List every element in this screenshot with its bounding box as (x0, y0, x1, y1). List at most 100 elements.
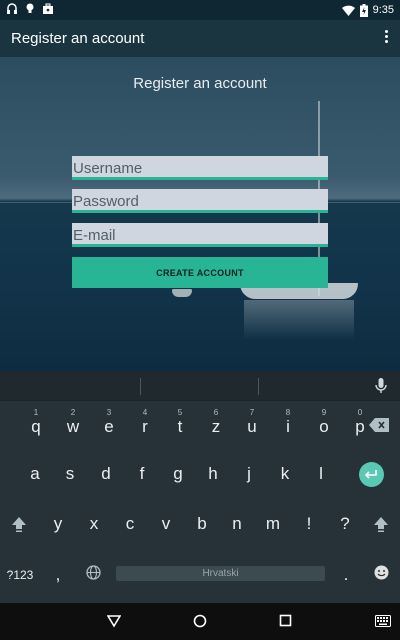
wifi-icon (341, 5, 355, 16)
key-label: w (66, 417, 80, 436)
key-hint: 4 (142, 408, 148, 417)
key-h[interactable]: h (195, 452, 231, 496)
username-field[interactable] (72, 156, 328, 180)
key-label: a (30, 464, 40, 483)
key-j[interactable]: j (231, 452, 267, 496)
key-e[interactable]: 3e (91, 403, 127, 447)
key-exclamation[interactable]: ! (291, 502, 327, 546)
period-key[interactable]: . (328, 551, 364, 595)
background-dinghy (172, 289, 192, 297)
key-d[interactable]: d (88, 452, 124, 496)
key-label: c (125, 514, 135, 533)
key-label: o (319, 417, 329, 436)
password-input[interactable] (73, 192, 328, 210)
form-title: Register an account (133, 75, 267, 92)
key-label: u (247, 417, 257, 436)
spacebar[interactable]: Hrvatski (116, 566, 325, 581)
briefcase-icon (42, 3, 54, 15)
microphone-icon[interactable] (375, 378, 387, 399)
symbols-key[interactable]: ?123 (2, 551, 38, 595)
key-label: n (232, 514, 242, 533)
key-f[interactable]: f (124, 452, 160, 496)
key-hint: 9 (321, 408, 327, 417)
key-b[interactable]: b (184, 502, 220, 546)
recents-icon[interactable] (279, 614, 292, 632)
key-label: ? (340, 514, 350, 533)
key-label: g (173, 464, 183, 483)
suggestion-strip (0, 371, 400, 401)
back-icon[interactable] (106, 614, 122, 633)
headset-icon (6, 3, 18, 15)
key-hint: 6 (213, 408, 219, 417)
suggestion-divider (258, 378, 259, 395)
key-y[interactable]: y (40, 502, 76, 546)
shift-right-icon[interactable] (373, 516, 389, 537)
password-field[interactable] (72, 189, 328, 213)
key-label: l (319, 464, 323, 483)
backspace-icon[interactable] (369, 418, 389, 437)
key-label: r (142, 417, 148, 436)
key-a[interactable]: a (17, 452, 53, 496)
key-label: t (177, 417, 183, 436)
globe-icon[interactable] (86, 565, 101, 585)
overflow-menu-icon[interactable] (382, 30, 390, 46)
key-hint: 8 (285, 408, 291, 417)
keyboard-switch-icon[interactable] (375, 614, 391, 632)
key-x[interactable]: x (76, 502, 112, 546)
key-z[interactable]: 6z (198, 403, 234, 447)
key-hint: 0 (357, 408, 363, 417)
key-label: j (247, 464, 251, 483)
key-hint: 7 (249, 408, 255, 417)
key-label: i (286, 417, 290, 436)
suggestion-divider (140, 378, 141, 395)
app-bar: Register an account (0, 20, 400, 57)
status-bar: 9:35 (0, 0, 400, 20)
key-q[interactable]: 1q (18, 403, 54, 447)
app-bar-title: Register an account (11, 30, 145, 47)
key-u[interactable]: 7u (234, 403, 270, 447)
key-label: e (104, 417, 114, 436)
key-label: z (211, 417, 221, 436)
key-k[interactable]: k (267, 452, 303, 496)
key-w[interactable]: 2w (55, 403, 91, 447)
key-label: x (89, 514, 99, 533)
key-i[interactable]: 8i (270, 403, 306, 447)
enter-key[interactable] (359, 462, 384, 487)
background-reflection (244, 300, 354, 340)
username-input[interactable] (73, 159, 328, 177)
key-v[interactable]: v (148, 502, 184, 546)
comma-key[interactable]: , (40, 551, 76, 595)
key-n[interactable]: n (219, 502, 255, 546)
key-label: y (53, 514, 63, 533)
key-label: f (139, 464, 145, 483)
clock: 9:35 (372, 4, 394, 16)
emoji-icon[interactable] (374, 565, 389, 585)
shift-left-icon[interactable] (11, 516, 27, 537)
battery-charging-icon (359, 3, 368, 17)
key-label: s (65, 464, 75, 483)
key-m[interactable]: m (255, 502, 291, 546)
key-label: ! (306, 514, 312, 533)
key-s[interactable]: s (52, 452, 88, 496)
email-input[interactable] (73, 226, 328, 244)
navigation-bar (0, 603, 400, 640)
key-l[interactable]: l (303, 452, 339, 496)
key-r[interactable]: 4r (127, 403, 163, 447)
key-hint: 2 (70, 408, 76, 417)
key-label: h (208, 464, 218, 483)
key-c[interactable]: c (112, 502, 148, 546)
create-account-button[interactable]: CREATE ACCOUNT (72, 257, 328, 288)
key-t[interactable]: 5t (162, 403, 198, 447)
home-icon[interactable] (193, 614, 207, 633)
key-hint: 1 (33, 408, 39, 417)
key-hint: 5 (177, 408, 183, 417)
key-label: d (101, 464, 111, 483)
key-hint: 3 (106, 408, 112, 417)
key-label: v (161, 514, 171, 533)
register-screen: Register an account CREATE ACCOUNT (0, 57, 400, 371)
key-label: k (280, 464, 290, 483)
email-field[interactable] (72, 223, 328, 247)
key-g[interactable]: g (160, 452, 196, 496)
key-question[interactable]: ? (327, 502, 363, 546)
key-o[interactable]: 9o (306, 403, 342, 447)
